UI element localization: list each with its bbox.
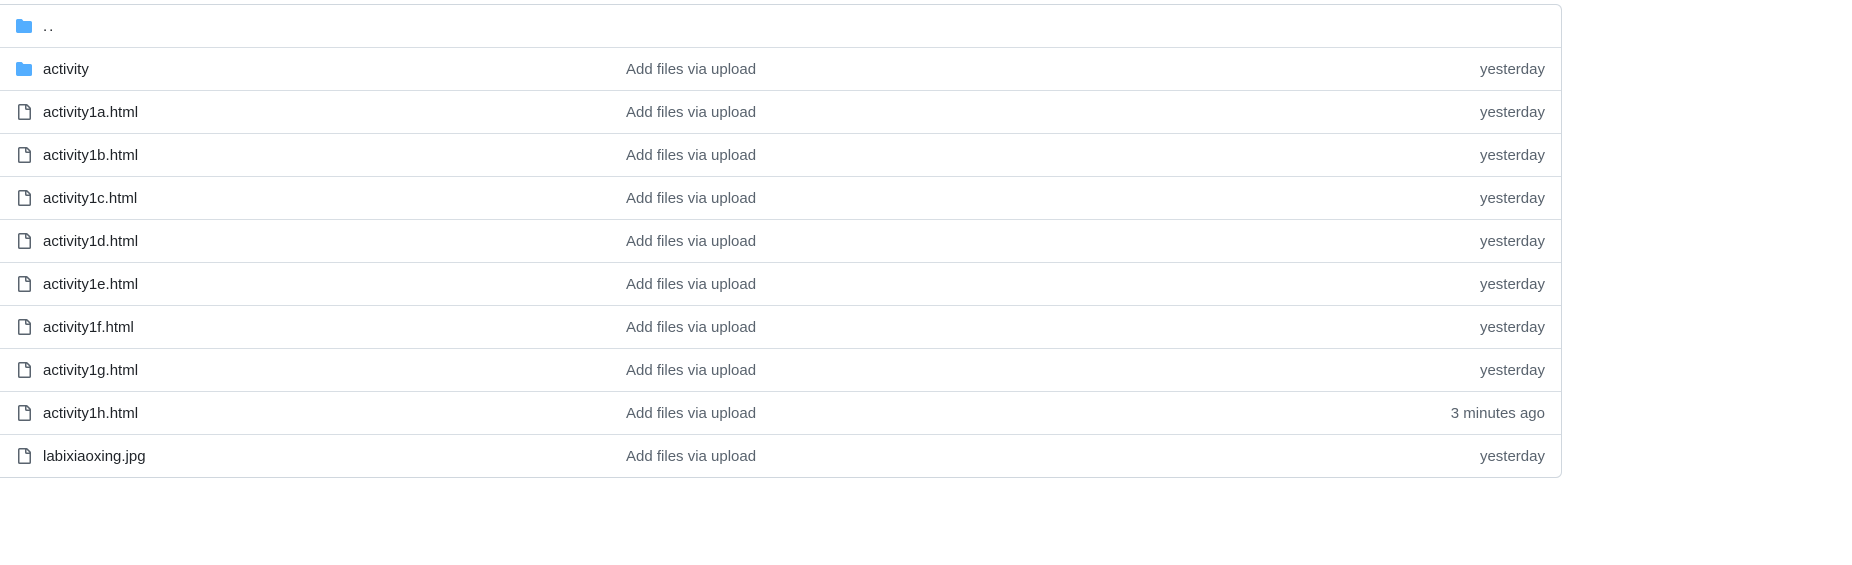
commit-age: yesterday	[1479, 103, 1545, 121]
table-row[interactable]: activity1c.html Add files via upload yes…	[0, 176, 1561, 219]
commit-message-link[interactable]: Add files via upload	[626, 405, 1425, 422]
file-icon	[15, 318, 33, 336]
commit-age: yesterday	[1479, 232, 1545, 250]
commit-age: yesterday	[1479, 318, 1545, 336]
file-icon	[15, 103, 33, 121]
commit-message-link[interactable]: Add files via upload	[626, 147, 1425, 164]
commit-age: yesterday	[1479, 189, 1545, 207]
folder-icon	[15, 60, 33, 78]
parent-directory-row[interactable]: ..	[0, 5, 1561, 47]
commit-message-link[interactable]: Add files via upload	[626, 319, 1425, 336]
file-name-link[interactable]: activity1h.html	[43, 405, 626, 422]
file-name-link[interactable]: activity1f.html	[43, 319, 626, 336]
commit-age: yesterday	[1479, 447, 1545, 465]
file-list: .. activity Add files via upload yesterd…	[0, 4, 1562, 478]
file-name-link[interactable]: activity1g.html	[43, 362, 626, 379]
table-row[interactable]: activity1g.html Add files via upload yes…	[0, 348, 1561, 391]
file-name-link[interactable]: activity1c.html	[43, 190, 626, 207]
file-icon	[15, 447, 33, 465]
table-row[interactable]: activity1h.html Add files via upload 3 m…	[0, 391, 1561, 434]
parent-directory-link[interactable]: ..	[43, 18, 626, 35]
commit-message-link[interactable]: Add files via upload	[626, 448, 1425, 465]
file-icon	[15, 189, 33, 207]
commit-age: yesterday	[1479, 361, 1545, 379]
table-row[interactable]: activity1f.html Add files via upload yes…	[0, 305, 1561, 348]
commit-age: 3 minutes ago	[1450, 404, 1545, 422]
file-name-link[interactable]: labixiaoxing.jpg	[43, 448, 626, 465]
file-icon	[15, 232, 33, 250]
file-name-link[interactable]: activity	[43, 61, 626, 78]
file-icon	[15, 275, 33, 293]
file-icon	[15, 361, 33, 379]
table-row[interactable]: activity1e.html Add files via upload yes…	[0, 262, 1561, 305]
commit-age: yesterday	[1479, 275, 1545, 293]
commit-age: yesterday	[1479, 146, 1545, 164]
commit-age: yesterday	[1479, 60, 1545, 78]
commit-message-link[interactable]: Add files via upload	[626, 104, 1425, 121]
file-name-link[interactable]: activity1a.html	[43, 104, 626, 121]
table-row[interactable]: activity Add files via upload yesterday	[0, 47, 1561, 90]
folder-icon	[15, 17, 33, 35]
file-name-link[interactable]: activity1e.html	[43, 276, 626, 293]
commit-message-link[interactable]: Add files via upload	[626, 61, 1425, 78]
file-name-link[interactable]: activity1b.html	[43, 147, 626, 164]
table-row[interactable]: activity1a.html Add files via upload yes…	[0, 90, 1561, 133]
commit-message-link[interactable]: Add files via upload	[626, 362, 1425, 379]
commit-message-link[interactable]: Add files via upload	[626, 233, 1425, 250]
commit-message-link[interactable]: Add files via upload	[626, 190, 1425, 207]
file-icon	[15, 146, 33, 164]
file-name-link[interactable]: activity1d.html	[43, 233, 626, 250]
table-row[interactable]: activity1b.html Add files via upload yes…	[0, 133, 1561, 176]
commit-message-link[interactable]: Add files via upload	[626, 276, 1425, 293]
table-row[interactable]: activity1d.html Add files via upload yes…	[0, 219, 1561, 262]
file-icon	[15, 404, 33, 422]
table-row[interactable]: labixiaoxing.jpg Add files via upload ye…	[0, 434, 1561, 477]
